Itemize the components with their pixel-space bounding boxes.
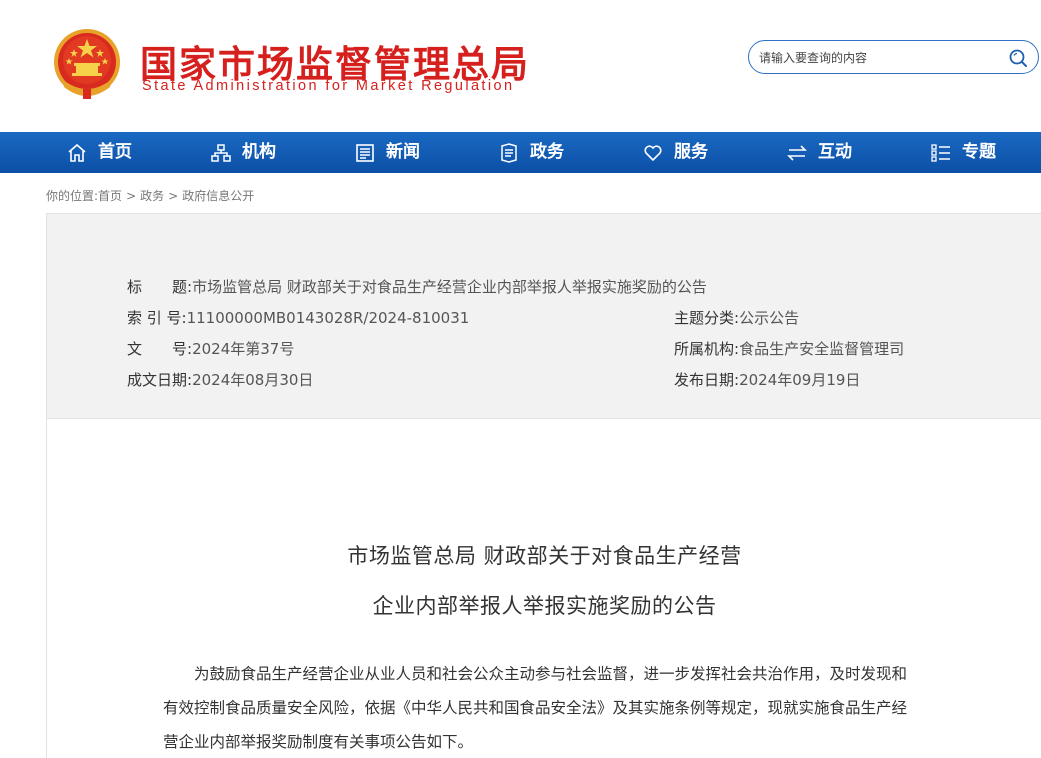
document-paragraph: 为鼓励食品生产经营企业从业人员和社会公众主动参与社会监督，进一步发挥社会共治作用…: [163, 657, 948, 758]
meta-published-value: 2024年09月19日: [739, 371, 861, 389]
meta-index-value: 11100000MB0143028R/2024-810031: [186, 309, 470, 327]
document-metadata-panel: 标 题:市场监管总局 财政部关于对食品生产经营企业内部举报人举报实施奖励的公告 …: [47, 214, 1041, 419]
meta-created-value: 2024年08月30日: [192, 371, 314, 389]
org-chart-icon: [211, 143, 231, 162]
meta-title-label: 标 题:: [127, 278, 193, 296]
meta-title-value: 市场监管总局 财政部关于对食品生产经营企业内部举报人举报实施奖励的公告: [192, 278, 707, 296]
breadcrumb-link-affairs[interactable]: 政务: [140, 189, 164, 203]
document-title-line-2: 企业内部举报人举报实施奖励的公告: [372, 594, 717, 618]
meta-category-value: 公示公告: [739, 309, 800, 327]
heart-icon: [644, 144, 662, 161]
meta-published-label: 发布日期:: [674, 371, 740, 389]
search-input[interactable]: [759, 47, 999, 69]
exchange-icon: [787, 144, 807, 161]
national-emblem-logo[interactable]: [52, 27, 122, 101]
document-icon: [501, 142, 517, 163]
nav-item-news[interactable]: 新闻: [354, 132, 420, 173]
meta-created-row: 成文日期:2024年08月30日: [127, 369, 313, 390]
breadcrumb-link-info-disclosure[interactable]: 政府信息公开: [182, 189, 254, 203]
document-title-line-1: 市场监管总局 财政部关于对食品生产经营: [347, 544, 742, 568]
site-header: 国家市场监督管理总局 State Administration for Mark…: [0, 0, 1041, 132]
nav-item-topics[interactable]: 专题: [930, 132, 996, 173]
nav-label: 互动: [818, 142, 852, 162]
nav-label: 新闻: [386, 142, 420, 162]
news-icon: [356, 143, 374, 162]
site-title-english[interactable]: State Administration for Market Regulati…: [142, 78, 514, 94]
meta-category-row: 主题分类:公示公告: [674, 307, 799, 328]
meta-category-label: 主题分类:: [674, 309, 740, 327]
meta-org-label: 所属机构:: [674, 340, 740, 358]
nav-label: 服务: [674, 142, 708, 162]
nav-item-organization[interactable]: 机构: [210, 132, 276, 173]
nav-label: 政务: [530, 142, 564, 162]
meta-published-row: 发布日期:2024年09月19日: [674, 369, 860, 390]
breadcrumb-link-home[interactable]: 首页: [98, 189, 122, 203]
article-container: 标 题:市场监管总局 财政部关于对食品生产经营企业内部举报人举报实施奖励的公告 …: [46, 213, 1041, 758]
meta-docno-row: 文 号:2024年第37号: [127, 338, 294, 359]
nav-item-services[interactable]: 服务: [642, 132, 708, 173]
meta-index-label: 索 引 号:: [127, 309, 187, 327]
breadcrumb-prefix: 你的位置:: [46, 189, 99, 203]
meta-title-row: 标 题:市场监管总局 财政部关于对食品生产经营企业内部举报人举报实施奖励的公告: [127, 276, 707, 297]
paragraph-line: 营企业内部举报奖励制度有关事项公告如下。: [163, 733, 474, 751]
search-box: [748, 40, 1039, 74]
breadcrumb: 你的位置:首页 > 政务 > 政府信息公开: [46, 187, 254, 204]
main-nav: 首页 机构 新闻 政务 服务 互动 专题: [0, 132, 1041, 173]
meta-docno-value: 2024年第37号: [192, 340, 295, 358]
home-icon: [68, 143, 86, 162]
paragraph-line: 有效控制食品质量安全风险，依据《中华人民共和国食品安全法》及其实施条例等规定，现…: [163, 699, 908, 717]
nav-label: 首页: [98, 142, 132, 162]
nav-item-government-affairs[interactable]: 政务: [498, 132, 564, 173]
search-icon[interactable]: [1008, 48, 1028, 68]
nav-item-interaction[interactable]: 互动: [786, 132, 852, 173]
breadcrumb-separator: >: [168, 189, 179, 203]
meta-org-row: 所属机构:食品生产安全监督管理司: [674, 338, 904, 359]
nav-label: 专题: [962, 142, 996, 162]
meta-index-row: 索 引 号:11100000MB0143028R/2024-810031: [127, 307, 469, 328]
nav-item-home[interactable]: 首页: [66, 132, 132, 173]
breadcrumb-separator: >: [126, 189, 137, 203]
meta-org-value: 食品生产安全监督管理司: [739, 340, 905, 358]
meta-docno-label: 文 号:: [127, 340, 193, 358]
nav-label: 机构: [242, 142, 276, 162]
meta-created-label: 成文日期:: [127, 371, 193, 389]
list-icon: [931, 143, 950, 162]
paragraph-line: 为鼓励食品生产经营企业从业人员和社会公众主动参与社会监督，进一步发挥社会共治作用…: [163, 665, 908, 683]
